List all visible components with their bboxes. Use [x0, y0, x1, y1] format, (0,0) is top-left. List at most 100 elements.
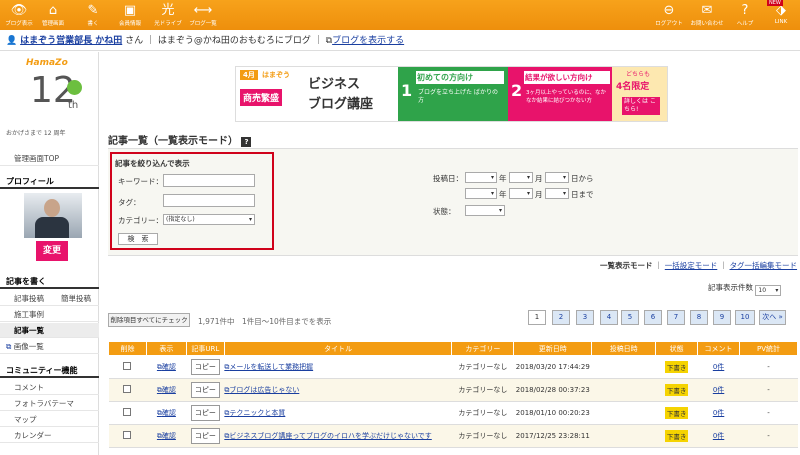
to-year-select[interactable]: [465, 188, 497, 199]
comments-link[interactable]: 0件: [713, 386, 724, 394]
comments-link[interactable]: 0件: [713, 409, 724, 417]
mode-bulk-link[interactable]: 一括設定モード: [665, 261, 718, 270]
page-9[interactable]: 9: [713, 310, 731, 325]
copy-url-button[interactable]: コピー: [190, 428, 220, 444]
to-day-select[interactable]: [545, 188, 569, 199]
view-blog-link[interactable]: ブログを表示する: [332, 36, 404, 46]
sidebar: HamaZo 12 th おかげさまで 12 周年 管理画面TOP プロフィール…: [0, 52, 99, 455]
category-select[interactable]: (指定なし): [163, 214, 255, 225]
hikari-drive-button[interactable]: 光光ドライブ: [151, 2, 185, 27]
sidebar-item-simple-post[interactable]: 簡単投稿: [55, 291, 99, 306]
sidebar-item-images[interactable]: ⧉ 画像一覧: [0, 339, 99, 354]
banner-tag: 商売繁盛: [240, 89, 283, 106]
col-comments: コメント: [697, 341, 741, 356]
logo-brand: HamaZo: [26, 58, 68, 68]
hamazo-12th-logo: HamaZo 12 th おかげさまで 12 周年: [0, 56, 99, 151]
col-category: カテゴリー: [451, 341, 515, 356]
arrows-icon: ⟷: [193, 3, 213, 18]
sidebar-item-works[interactable]: 施工事例: [0, 307, 99, 322]
page-4[interactable]: 4: [600, 310, 618, 325]
posted-cell: [591, 378, 656, 402]
logo-caption: おかげさまで 12 周年: [6, 130, 66, 137]
from-month-select[interactable]: [509, 172, 533, 183]
banner-box-1: 1 初めての方向け ブログを立ち上げた ばかりの方: [398, 67, 508, 121]
from-year-select[interactable]: [465, 172, 497, 183]
status-badge: 下書き: [664, 361, 689, 373]
business-blog-banner[interactable]: 4月 はまぞう 商売繁盛 ビジネス ブログ講座 1 初めての方向け ブログを立ち…: [235, 66, 668, 122]
mode-tag-link[interactable]: タグ一括編集モード: [730, 261, 798, 270]
page-6[interactable]: 6: [644, 310, 662, 325]
tag-label: タグ：: [118, 198, 141, 207]
copy-url-button[interactable]: コピー: [190, 359, 220, 375]
sidebar-item-article-list[interactable]: 記事一覧: [0, 323, 99, 338]
delete-checkbox[interactable]: [123, 362, 132, 370]
page-8[interactable]: 8: [690, 310, 708, 325]
article-title-link[interactable]: ⧉ビジネスブログ講座ってブログのイロハを学ぶだけじゃないです: [224, 432, 431, 440]
view-link[interactable]: ⧉確認: [157, 432, 176, 440]
keyword-input[interactable]: [163, 174, 255, 187]
comments-link[interactable]: 0件: [713, 363, 724, 371]
copy-url-button[interactable]: コピー: [190, 382, 220, 398]
admin-home-button[interactable]: ⌂ 管理画面: [36, 2, 70, 27]
from-day-select[interactable]: [545, 172, 569, 183]
sidebar-item-comment[interactable]: コメント: [0, 380, 99, 395]
to-year-unit: 年: [499, 190, 507, 199]
search-button[interactable]: 検 索: [118, 233, 158, 245]
sidebar-item-calendar[interactable]: カレンダー: [0, 428, 99, 443]
sidebar-item-admin-top[interactable]: 管理画面TOP: [0, 151, 99, 166]
to-month-select[interactable]: [509, 188, 533, 199]
article-title-link[interactable]: ⧉テクニックと本質: [224, 409, 285, 417]
logo-badge: [67, 80, 82, 95]
page-2[interactable]: 2: [552, 310, 570, 325]
user-name-link[interactable]: はまぞう営業部長 かね田: [20, 36, 122, 46]
member-info-button[interactable]: ▣ 会員情報: [113, 2, 147, 27]
banner-box2-sub: 3ヶ月以上やっているのに、なかなか結果に結びつかない方: [526, 90, 607, 104]
sidebar-item-map[interactable]: マップ: [0, 412, 99, 427]
home-icon: ⌂: [48, 3, 58, 18]
banner-title-2: ブログ講座: [308, 97, 374, 112]
per-page-select[interactable]: 10: [755, 285, 782, 296]
col-posted: 投稿日時: [591, 341, 657, 356]
pv-cell: -: [739, 355, 798, 379]
sidebar-item-photo-theme[interactable]: フォトラバテーマ: [0, 396, 99, 411]
delete-checkbox[interactable]: [123, 385, 132, 393]
logo-th: th: [68, 100, 79, 111]
check-all-delete-button[interactable]: 削除項目すべてにチェック: [108, 313, 190, 327]
page-7[interactable]: 7: [667, 310, 685, 325]
banner-more: 詳しくは こちら!: [622, 97, 660, 115]
write-button[interactable]: ✎ 書く: [76, 2, 110, 27]
comments-link[interactable]: 0件: [713, 432, 724, 440]
page-5[interactable]: 5: [621, 310, 639, 325]
delete-checkbox[interactable]: [123, 408, 132, 416]
copy-url-button[interactable]: コピー: [190, 405, 220, 421]
col-updated: 更新日時: [513, 341, 593, 356]
blog-list-button[interactable]: ⟷ ブログ一覧: [186, 2, 220, 27]
contact-button[interactable]: ✉ お問い合わせ: [690, 2, 724, 27]
article-title-link[interactable]: ⧉メールを転送して業務把握: [224, 363, 313, 371]
view-blog-button[interactable]: 👁 ブログ表示: [2, 2, 36, 27]
view-link[interactable]: ⧉確認: [157, 386, 176, 394]
link-button[interactable]: NEW ⬗ LINK: [764, 0, 798, 25]
logout-button[interactable]: ⊖ ログアウト: [652, 2, 686, 27]
page-10[interactable]: 10: [735, 310, 755, 325]
status-select[interactable]: [465, 205, 505, 216]
page-1[interactable]: 1: [528, 310, 546, 325]
banner-box1-num: 1: [401, 81, 413, 100]
delete-checkbox[interactable]: [123, 431, 132, 439]
help-button[interactable]: ? ヘルプ: [728, 2, 762, 27]
banner-box1-sub: ブログを立ち上げた ばかりの方: [418, 89, 499, 104]
view-link[interactable]: ⧉確認: [157, 409, 176, 417]
tag-input[interactable]: [163, 194, 255, 207]
post-date-label: 投稿日：: [433, 174, 463, 183]
page-3[interactable]: 3: [576, 310, 594, 325]
updated-cell: 2018/02/28 00:37:23: [513, 378, 592, 402]
view-link[interactable]: ⧉確認: [157, 363, 176, 371]
change-photo-button[interactable]: 変更: [36, 241, 68, 261]
banner-box2-num: 2: [511, 81, 523, 100]
next-page-button[interactable]: 次へ »: [759, 310, 786, 325]
sidebar-item-post[interactable]: 記事投稿: [0, 291, 55, 306]
category-cell: カテゴリーなし: [451, 355, 514, 379]
help-icon[interactable]: ?: [241, 137, 252, 147]
article-title-link[interactable]: ⧉ブログは広告じゃない: [224, 386, 299, 394]
drive-icon: 光: [161, 3, 175, 18]
